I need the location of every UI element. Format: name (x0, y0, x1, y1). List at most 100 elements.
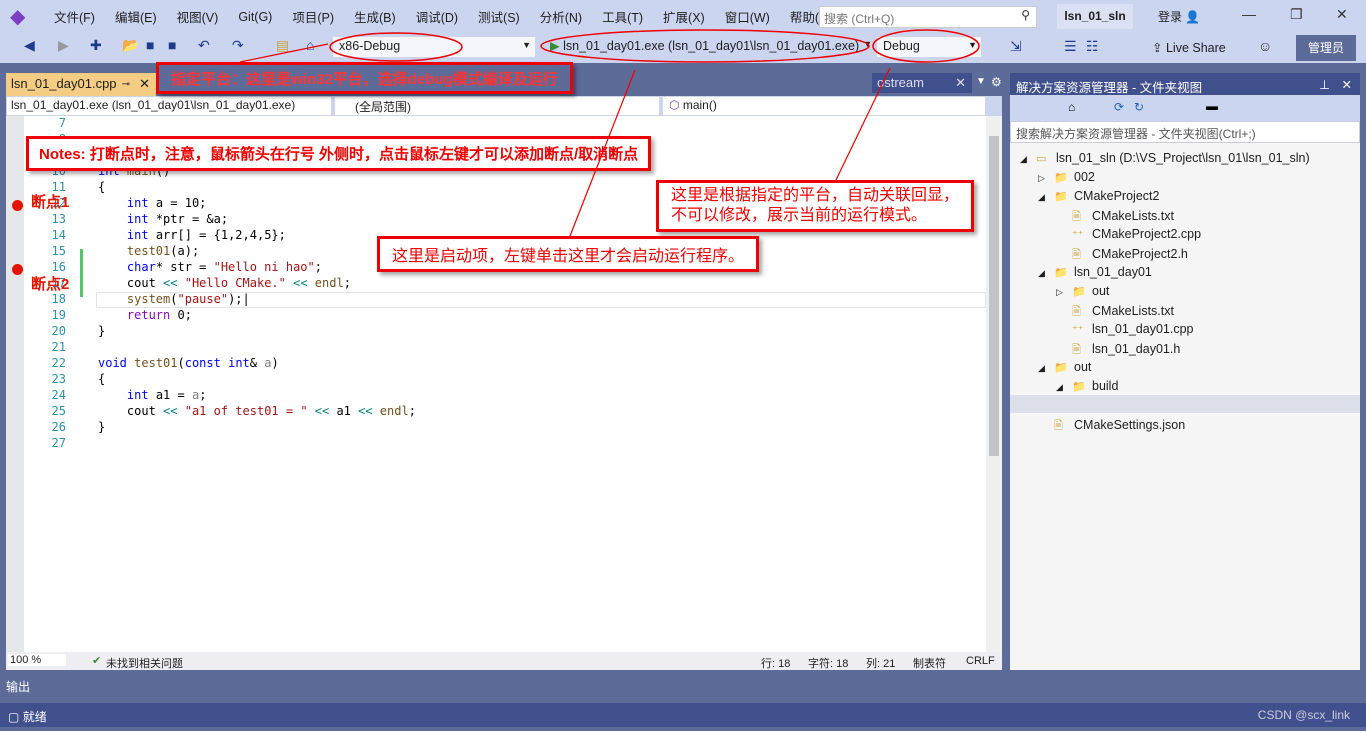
scope-dropdown[interactable]: (全局范围) (334, 96, 660, 116)
eol-indicator[interactable]: CRLF (966, 655, 995, 667)
tree-item-label: CMakeSettings.json (1074, 418, 1186, 432)
line-number: 13 (51, 212, 66, 226)
zoom-dropdown[interactable]: 100 % (8, 654, 66, 666)
tree-item[interactable]: ▷ 📁 002 (1038, 170, 1095, 184)
indent-icon[interactable]: ☰ (1064, 38, 1077, 55)
close-tab-icon[interactable]: ✕ (139, 76, 150, 92)
new-project-icon[interactable]: ✚ (90, 37, 102, 54)
tree-item[interactable]: 🗎 CMakeSettings.json (1038, 417, 1185, 436)
undo-icon[interactable]: ↶ (198, 37, 210, 54)
find-in-files-icon[interactable]: ▤ (276, 37, 289, 54)
forward-icon[interactable]: ▶ (58, 37, 69, 54)
annotation-platform: 指定平台：这里是win32平台，选择debug模式编译及运行 (156, 62, 573, 94)
menu-edit[interactable]: 编辑(E) (105, 7, 167, 26)
close-panel-icon[interactable]: ✕ (1342, 77, 1352, 92)
maximize-icon[interactable]: ❐ (1290, 6, 1303, 23)
expand-icon[interactable] (1056, 250, 1072, 260)
pin-icon[interactable]: ⊥ (1319, 77, 1330, 92)
menu-test[interactable]: 测试(S) (468, 7, 530, 26)
issues-status[interactable]: 未找到相关问题 (106, 655, 183, 671)
tree-item[interactable]: 🗎 lsn_01_day01.h (1056, 341, 1180, 360)
platform-config-dropdown[interactable]: x86-Debug ▼ (332, 36, 536, 58)
home-icon[interactable]: ⌂ (306, 37, 314, 53)
tree-item[interactable]: 🗎 CMakeLists.txt (1056, 303, 1174, 322)
breakpoint-icon[interactable] (12, 264, 23, 275)
expand-icon[interactable]: ◢ (1038, 363, 1054, 374)
back-icon[interactable]: ◀ (24, 37, 35, 54)
menu-analyze[interactable]: 分析(N) (530, 7, 592, 26)
tab-ostream[interactable]: ostream ✕ (872, 73, 972, 93)
login-button[interactable]: 登录 👤 (1158, 8, 1200, 25)
tree-item-label: CMakeProject2 (1074, 189, 1160, 203)
open-folder-icon[interactable]: 📂 (122, 37, 139, 54)
menu-window[interactable]: 窗口(W) (715, 7, 780, 26)
expand-icon[interactable] (1056, 307, 1072, 317)
vertical-scrollbar[interactable] (986, 116, 1002, 652)
step-icon[interactable]: ⇲ (1010, 38, 1022, 55)
menu-project[interactable]: 项目(P) (282, 7, 344, 26)
file-icon: 📁 (1054, 172, 1068, 184)
sync-icon[interactable]: ⟳ (1114, 100, 1124, 114)
search-input[interactable]: 搜索 (Ctrl+Q) ⚲ (819, 6, 1037, 28)
expand-icon[interactable]: ◢ (1038, 192, 1054, 203)
solution-config-dropdown[interactable]: Debug ▼ (876, 36, 982, 58)
member-dropdown[interactable]: ⬡ main() (662, 96, 986, 116)
tree-item[interactable]: 🗎 CMakeProject2.h (1056, 246, 1188, 265)
expand-icon[interactable] (1056, 230, 1072, 240)
live-share-button[interactable]: ⇪ Live Share (1152, 40, 1226, 55)
feedback-icon[interactable]: ☺ (1258, 38, 1272, 54)
admin-badge[interactable]: 管理员 (1296, 35, 1356, 61)
output-panel-tab[interactable]: 输出 (0, 670, 1366, 703)
tab-list-icon[interactable]: ▼ (976, 76, 986, 87)
breakpoint-icon[interactable] (12, 200, 23, 211)
menu-extensions[interactable]: 扩展(X) (653, 7, 715, 26)
expand-icon[interactable]: ◢ (1056, 382, 1072, 393)
menu-file[interactable]: 文件(F) (44, 7, 105, 26)
code-line: } (98, 324, 106, 338)
solution-config-value: Debug (883, 39, 920, 53)
solution-explorer-search[interactable]: 搜索解决方案资源管理器 - 文件夹视图(Ctrl+;) (1010, 121, 1360, 143)
menu-build[interactable]: 生成(B) (344, 7, 406, 26)
expand-icon[interactable]: ◢ (1038, 268, 1054, 279)
breakpoint-margin[interactable] (6, 116, 24, 652)
tree-item[interactable]: ⁺⁺ lsn_01_day01.cpp (1056, 322, 1193, 336)
tab-lsn-01-day01-cpp[interactable]: lsn_01_day01.cpp ⊸ ✕ (6, 73, 156, 96)
menu-view[interactable]: 视图(V) (167, 7, 229, 26)
menu-tools[interactable]: 工具(T) (592, 7, 653, 26)
menu-debug[interactable]: 调试(D) (406, 7, 468, 26)
tabs-indicator[interactable]: 制表符 (913, 655, 946, 671)
tree-item[interactable]: ▷ 📁 out (1056, 284, 1109, 298)
tree-item-label: lsn_01_day01 (1074, 265, 1152, 279)
minimize-icon[interactable]: — (1242, 6, 1256, 22)
tree-item[interactable]: ◢ ▭ lsn_01_sln (D:\VS_Project\lsn_01\lsn_0… (1020, 151, 1310, 165)
tree-item[interactable]: ◢ 📁 build (1056, 379, 1118, 393)
expand-icon[interactable] (1056, 212, 1072, 222)
tree-item[interactable]: ◢ 📁 out (1038, 360, 1091, 374)
gear-icon[interactable]: ⚙ (991, 75, 1002, 89)
expand-icon[interactable] (1038, 421, 1054, 431)
startup-item-button[interactable]: ▶ lsn_01_day01.exe (lsn_01_day01\lsn_01_… (544, 36, 872, 58)
close-window-icon[interactable]: ✕ (1336, 6, 1348, 23)
save-all-icon[interactable]: ■ (168, 37, 176, 53)
redo-icon[interactable]: ↷ (232, 37, 244, 54)
expand-icon[interactable] (1056, 345, 1072, 355)
menu-git[interactable]: Git(G) (228, 10, 282, 24)
expand-icon[interactable]: ▷ (1038, 173, 1054, 184)
refresh-icon[interactable]: ↻ (1134, 100, 1144, 114)
project-dropdown[interactable]: lsn_01_day01.exe (lsn_01_day01\lsn_01_da… (6, 96, 332, 116)
expand-icon[interactable]: ▷ (1056, 287, 1072, 298)
tree-item[interactable]: ⁺⁺ CMakeProject2.cpp (1056, 227, 1201, 241)
tree-item[interactable]: ◢ 📁 lsn_01_day01 (1038, 265, 1152, 279)
save-icon[interactable]: ■ (146, 37, 154, 53)
scrollbar-thumb[interactable] (989, 136, 999, 456)
tree-item[interactable]: 🗎 CMakeLists.txt (1056, 208, 1174, 227)
pin-icon[interactable]: ⊸ (122, 79, 130, 90)
tree-item[interactable]: ◢ 📁 CMakeProject2 (1038, 189, 1159, 203)
expand-icon[interactable]: ◢ (1020, 154, 1036, 165)
collapse-icon[interactable]: ▬ (1206, 99, 1218, 113)
expand-icon[interactable] (1056, 325, 1072, 335)
comment-icon[interactable]: ☷ (1086, 38, 1099, 55)
line-number: 21 (51, 340, 66, 354)
home-icon[interactable]: ⌂ (1068, 100, 1075, 114)
close-tab-icon[interactable]: ✕ (955, 75, 966, 91)
